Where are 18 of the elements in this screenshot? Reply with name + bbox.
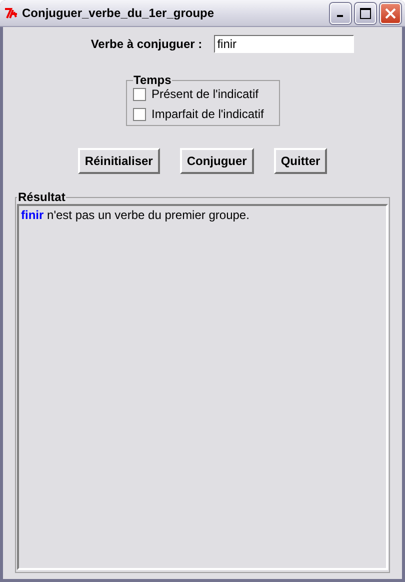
action-button[interactable]: Réinitialiser <box>78 148 160 174</box>
verb-label: Verbe à conjuguer : <box>90 37 202 51</box>
result-message: finir n'est pas un verbe du premier groupe. <box>21 208 250 222</box>
window-title: Conjuguer_verbe_du_1er_groupe <box>22 6 216 20</box>
action-button[interactable]: Conjuguer <box>180 148 254 174</box>
close-icon <box>385 8 396 18</box>
result-group-title: Résultat <box>17 190 66 204</box>
checkbox[interactable] <box>132 108 146 120</box>
action-button[interactable]: Quitter <box>274 148 328 174</box>
tense-group-title: Temps <box>132 73 172 87</box>
checkbox-label: Imparfait de l'indicatif <box>152 107 264 121</box>
close-button[interactable] <box>380 2 401 24</box>
verb-input[interactable]: finir <box>214 35 354 53</box>
minimize-button[interactable] <box>330 2 351 24</box>
maximize-icon <box>360 8 371 18</box>
checkbox-label: Présent de l'indicatif <box>152 87 259 101</box>
checkbox[interactable] <box>132 88 146 100</box>
maximize-button[interactable] <box>355 2 376 24</box>
